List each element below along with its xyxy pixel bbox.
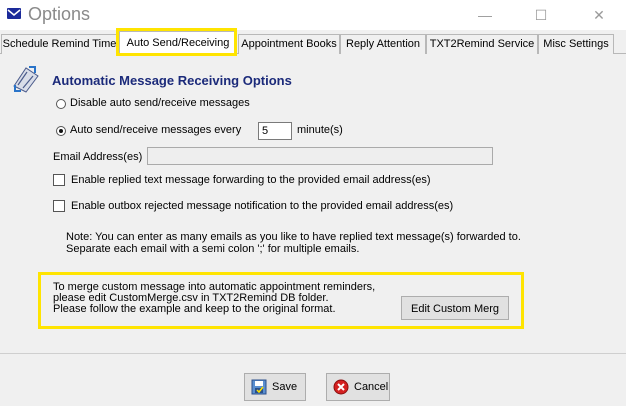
- tab-appointment-books[interactable]: Appointment Books: [238, 34, 340, 54]
- auto-send-radio[interactable]: [56, 126, 66, 136]
- tab-highlight: [116, 28, 237, 56]
- forward-replies-label: Enable replied text message forwarding t…: [71, 174, 431, 186]
- save-button[interactable]: Save: [244, 373, 306, 401]
- merge-line-3: Please follow the example and keep to th…: [53, 303, 336, 315]
- disable-auto-radio[interactable]: [56, 99, 66, 109]
- cancel-button[interactable]: Cancel: [326, 373, 390, 401]
- cancel-icon: [333, 379, 349, 398]
- interval-input[interactable]: [258, 122, 292, 140]
- title-bar: Options — ☐ ✕: [0, 0, 626, 30]
- auto-send-label: Auto send/receive messages every: [70, 124, 242, 136]
- receive-send-icon: [11, 64, 41, 97]
- minimize-button[interactable]: —: [462, 0, 508, 30]
- note-line-1: Note: You can enter as many emails as yo…: [66, 231, 521, 243]
- tab-misc-settings[interactable]: Misc Settings: [538, 34, 614, 54]
- reject-notify-checkbox[interactable]: [53, 200, 65, 212]
- note-line-2: Separate each email with a semi colon ';…: [66, 243, 360, 255]
- options-window: Options — ☐ ✕ Schedule Remind Time Auto …: [0, 0, 626, 406]
- edit-custom-merge-button[interactable]: Edit Custom Merg: [401, 296, 509, 320]
- cancel-label: Cancel: [354, 381, 389, 393]
- email-label: Email Address(es): [53, 151, 143, 163]
- reject-notify-label: Enable outbox rejected message notificat…: [71, 200, 454, 212]
- save-icon: [251, 379, 267, 398]
- window-title: Options: [28, 4, 91, 24]
- footer-divider: [0, 353, 626, 354]
- section-heading: Automatic Message Receiving Options: [52, 73, 292, 88]
- tab-txt2remind-service[interactable]: TXT2Remind Service: [426, 34, 538, 54]
- maximize-button[interactable]: ☐: [518, 0, 564, 30]
- close-button[interactable]: ✕: [576, 0, 622, 30]
- note-text: Note: You can enter as many emails as yo…: [66, 231, 521, 255]
- tab-schedule-remind-time[interactable]: Schedule Remind Time: [1, 34, 118, 54]
- tab-reply-attention[interactable]: Reply Attention: [340, 34, 426, 54]
- disable-auto-label: Disable auto send/receive messages: [70, 97, 250, 109]
- email-field[interactable]: [147, 147, 493, 165]
- interval-unit-label: minute(s): [297, 124, 343, 136]
- app-envelope-icon: [7, 8, 21, 19]
- forward-replies-checkbox[interactable]: [53, 174, 65, 186]
- merge-instructions: To merge custom message into automatic a…: [53, 282, 375, 315]
- save-label: Save: [272, 381, 298, 393]
